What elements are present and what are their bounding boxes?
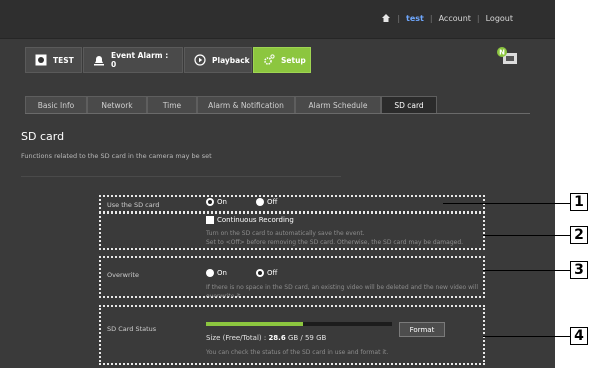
separator: |	[429, 13, 433, 23]
tab-label: TEST	[53, 55, 74, 65]
radio-label: On	[217, 198, 227, 206]
overwrite-off-radio[interactable]: Off	[256, 269, 277, 277]
size-suffix: GB / 59 GB	[285, 334, 327, 342]
top-bar: | test | Account | Logout	[0, 0, 555, 39]
radio-selected-icon	[256, 269, 264, 277]
radio-selected-icon	[206, 198, 214, 206]
page-description: Functions related to the SD card in the …	[21, 152, 212, 160]
gear-icon	[263, 54, 275, 66]
sd-usage-fill	[206, 322, 303, 326]
main-tabs: TEST Event Alarm : 0 Playback Setup	[25, 47, 312, 73]
tab-live-test[interactable]: TEST	[25, 47, 82, 73]
logout-link[interactable]: Logout	[486, 14, 513, 23]
play-icon	[194, 54, 206, 66]
status-help: You can check the status of the SD card …	[206, 349, 389, 356]
use-sd-help-2: Set to <Off> before removing the SD card…	[206, 239, 464, 246]
overwrite-help: If there is no space in the SD card, an …	[206, 284, 479, 297]
top-links: | test | Account | Logout	[381, 13, 513, 23]
continuous-recording-checkbox[interactable]: Continuous Recording	[206, 216, 294, 224]
tab-label: Event Alarm : 0	[111, 51, 169, 69]
size-prefix: Size (Free/Total) :	[206, 334, 269, 342]
callout-1: 1	[570, 193, 588, 211]
user-link[interactable]: test	[406, 14, 424, 23]
notification-icon[interactable]: N	[496, 46, 520, 68]
callout-leader-2	[483, 235, 571, 236]
callout-leader-3	[483, 270, 571, 271]
radio-label: Off	[267, 198, 278, 206]
separator: |	[397, 13, 401, 23]
use-sd-on-radio[interactable]: On	[206, 198, 227, 206]
tab-playback[interactable]: Playback	[184, 47, 252, 73]
sd-card-status-label: SD Card Status	[107, 325, 157, 333]
overwrite-label: Overwrite	[107, 271, 139, 279]
tab-label: Playback	[212, 55, 250, 65]
use-sd-card-label: Use the SD card	[107, 201, 160, 209]
tab-underline	[25, 113, 530, 114]
tab-sd-card[interactable]: SD card	[381, 96, 437, 114]
callout-3: 3	[570, 261, 588, 279]
radio-label: Off	[267, 269, 278, 277]
radio-unselected-icon	[256, 198, 264, 206]
alarm-bell-icon	[93, 54, 105, 66]
divider	[21, 176, 341, 177]
camera-web-viewer: | test | Account | Logout TEST Event Ala…	[0, 0, 555, 368]
tab-basic-info[interactable]: Basic Info	[25, 96, 87, 114]
svg-text:N: N	[499, 49, 505, 57]
callout-2: 2	[570, 226, 588, 244]
checkbox-label: Continuous Recording	[217, 216, 294, 224]
radio-label: On	[217, 269, 227, 277]
sd-size-text: Size (Free/Total) : 28.6 GB / 59 GB	[206, 334, 326, 342]
separator: |	[476, 13, 480, 23]
home-icon[interactable]	[381, 13, 391, 23]
tab-alarm-notification[interactable]: Alarm & Notification	[197, 96, 295, 114]
tab-network[interactable]: Network	[87, 96, 147, 114]
size-free: 28.6	[268, 334, 286, 342]
radio-unselected-icon	[206, 269, 214, 277]
tab-alarm-schedule[interactable]: Alarm Schedule	[295, 96, 381, 114]
checkbox-icon	[206, 216, 214, 224]
setup-sub-tabs: Basic Info Network Time Alarm & Notifica…	[25, 96, 437, 114]
tab-time[interactable]: Time	[147, 96, 197, 114]
callout-leader-1	[443, 203, 571, 204]
camera-icon	[35, 54, 47, 66]
tab-event-alarm[interactable]: Event Alarm : 0	[83, 47, 183, 73]
use-sd-off-radio[interactable]: Off	[256, 198, 277, 206]
callout-4: 4	[570, 327, 588, 345]
tab-setup[interactable]: Setup	[253, 47, 311, 73]
tab-label: Setup	[281, 55, 306, 65]
format-button[interactable]: Format	[399, 322, 445, 337]
page-title: SD card	[21, 130, 65, 143]
account-link[interactable]: Account	[439, 14, 471, 23]
use-sd-help-1: Turn on the SD card to automatically sav…	[206, 230, 365, 237]
callout-leader-4	[483, 336, 571, 337]
sd-usage-bar	[206, 322, 392, 326]
overwrite-on-radio[interactable]: On	[206, 269, 227, 277]
